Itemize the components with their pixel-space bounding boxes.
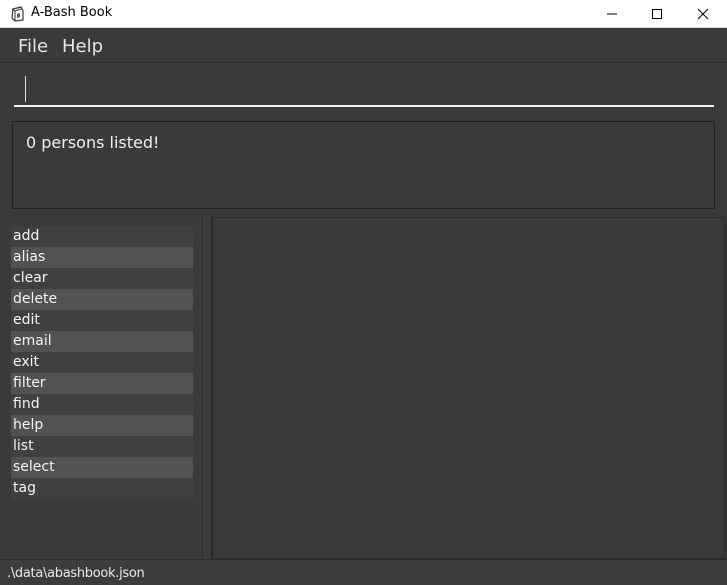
list-item[interactable]: delete: [11, 289, 193, 310]
detail-panel: [212, 217, 725, 559]
list-item[interactable]: find: [11, 394, 193, 415]
list-item[interactable]: tag: [11, 478, 193, 499]
status-bar: .\data\abashbook.json: [0, 559, 727, 585]
split-divider[interactable]: [202, 214, 212, 559]
list-item[interactable]: clear: [11, 268, 193, 289]
save-location: .\data\abashbook.json: [7, 566, 145, 581]
list-item[interactable]: add: [11, 226, 193, 247]
list-item[interactable]: filter: [11, 373, 193, 394]
menu-help[interactable]: Help: [62, 36, 103, 57]
close-button[interactable]: [680, 0, 726, 28]
list-item[interactable]: email: [11, 331, 193, 352]
list-item[interactable]: list: [11, 436, 193, 457]
minimize-icon: [607, 13, 617, 15]
result-message: 0 persons listed!: [26, 133, 160, 152]
maximize-button[interactable]: [634, 0, 680, 28]
window-title: A-Bash Book: [31, 5, 113, 20]
command-list-pane: add alias clear delete edit email exit f…: [2, 214, 202, 559]
result-display[interactable]: 0 persons listed!: [12, 121, 715, 209]
list-item[interactable]: select: [11, 457, 193, 478]
list-item[interactable]: edit: [11, 310, 193, 331]
list-item[interactable]: help: [11, 415, 193, 436]
minimize-button[interactable]: [589, 0, 635, 28]
command-list: add alias clear delete edit email exit f…: [11, 226, 193, 499]
list-item[interactable]: exit: [11, 352, 193, 373]
menu-file[interactable]: File: [18, 36, 48, 57]
title-bar: A-Bash Book: [0, 0, 727, 28]
menu-bar: File Help: [2, 28, 727, 63]
maximize-icon: [652, 9, 662, 19]
command-input[interactable]: [14, 73, 714, 107]
command-box-area: [2, 63, 727, 115]
close-icon: [697, 8, 709, 20]
text-caret: [25, 76, 26, 102]
list-item[interactable]: alias: [11, 247, 193, 268]
app-icon: [9, 5, 27, 23]
split-pane: add alias clear delete edit email exit f…: [2, 214, 727, 559]
